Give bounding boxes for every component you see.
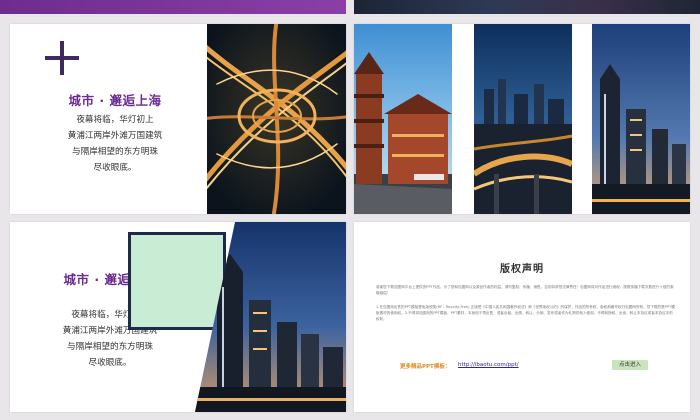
copyright-paragraph-1: 感谢您下载包图网平台上提供的PPT作品，为了您和包图网以及原创作者的利益，请勿复… <box>376 285 674 296</box>
plus-icon <box>45 41 79 75</box>
more-templates-label: 更多精品PPT模板： <box>400 364 451 370</box>
slide-text-line: 黄浦江两岸外滩万国建筑 <box>67 131 163 141</box>
slide-text-line: 尽收眼底。 <box>88 358 132 368</box>
top-strip-purple <box>0 0 346 14</box>
ibaotu-link[interactable]: http://ibaotu.com/ppt/ <box>458 362 519 368</box>
highway-interchange-photo <box>207 24 346 214</box>
lujiazui-towers-photo <box>592 24 690 214</box>
slide-text-line: 与隔岸相望的东方明珠 <box>72 147 158 157</box>
top-strip-city-photo <box>354 0 700 14</box>
copyright-title: 版权声明 <box>500 264 544 275</box>
enter-button[interactable]: 点击进入 <box>612 360 648 370</box>
slide-title: 城市 · 邂逅上海 <box>68 93 162 108</box>
copyright-paragraph-2: 1.在包图网出售的PPT模板是免版税类(RF：Royalty-Free) 正版受… <box>376 305 675 322</box>
city-slide-2[interactable]: 城市 · 邂逅上海 夜幕将临，华灯初上 黄浦江两岸外滩万国建筑 与隔岸相望的东方… <box>10 222 346 412</box>
slanted-city-night-photo <box>195 222 346 412</box>
city-slide-1[interactable]: 城市 · 邂逅上海 夜幕将临，华灯初上 黄浦江两岸外滩万国建筑 与隔岸相望的东方… <box>10 24 346 214</box>
skyline-overpass-photo <box>474 24 572 214</box>
slide-text-line: 与隔岸相望的东方明珠 <box>67 342 153 352</box>
slide-text-line: 尽收眼底。 <box>93 163 137 173</box>
copyright-slide[interactable]: 版权声明 感谢您下载包图网平台上提供的PPT作品，为了您和包图网以及原创作者的利… <box>354 222 690 412</box>
pagoda-photo <box>354 24 452 214</box>
slide-text-line: 夜幕将临，华灯初上 <box>76 115 154 125</box>
city-photo-triptych-slide[interactable] <box>354 24 690 214</box>
